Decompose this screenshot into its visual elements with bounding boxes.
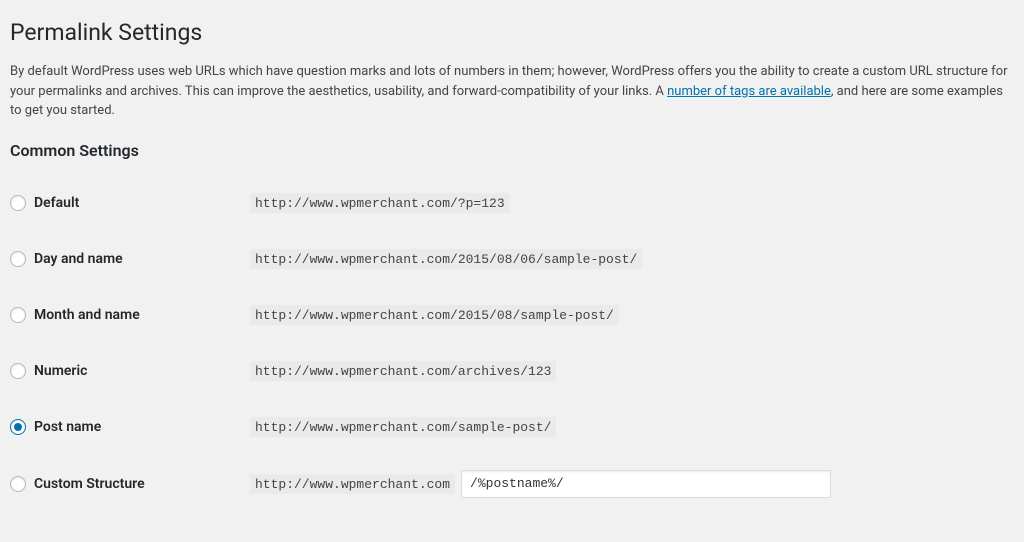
radio-default[interactable] bbox=[10, 195, 26, 211]
page-description: By default WordPress uses web URLs which… bbox=[10, 62, 1010, 121]
url-example-month-name: http://www.wpmerchant.com/2015/08/sample… bbox=[250, 305, 619, 325]
custom-structure-wrap: http://www.wpmerchant.com bbox=[250, 470, 1004, 498]
custom-structure-input[interactable] bbox=[461, 470, 831, 498]
option-label: Custom Structure bbox=[34, 476, 145, 492]
page-title: Permalink Settings bbox=[10, 10, 1014, 50]
option-row-default: Default http://www.wpmerchant.com/?p=123 bbox=[10, 175, 1014, 231]
url-example-day-name: http://www.wpmerchant.com/2015/08/06/sam… bbox=[250, 249, 642, 269]
option-label: Default bbox=[34, 195, 79, 211]
option-label: Numeric bbox=[34, 363, 87, 379]
option-row-month-name: Month and name http://www.wpmerchant.com… bbox=[10, 287, 1014, 343]
option-label: Day and name bbox=[34, 251, 123, 267]
radio-numeric[interactable] bbox=[10, 363, 26, 379]
option-row-custom: Custom Structure http://www.wpmerchant.c… bbox=[10, 455, 1014, 513]
option-row-post-name: Post name http://www.wpmerchant.com/samp… bbox=[10, 399, 1014, 455]
radio-label-custom[interactable]: Custom Structure bbox=[10, 476, 230, 492]
radio-month-name[interactable] bbox=[10, 307, 26, 323]
radio-label-numeric[interactable]: Numeric bbox=[10, 363, 230, 379]
common-settings-heading: Common Settings bbox=[10, 141, 1014, 160]
radio-post-name[interactable] bbox=[10, 419, 26, 435]
url-example-numeric: http://www.wpmerchant.com/archives/123 bbox=[250, 361, 556, 381]
radio-label-default[interactable]: Default bbox=[10, 195, 230, 211]
option-row-numeric: Numeric http://www.wpmerchant.com/archiv… bbox=[10, 343, 1014, 399]
radio-label-day-name[interactable]: Day and name bbox=[10, 251, 230, 267]
tags-available-link[interactable]: number of tags are available bbox=[667, 84, 831, 99]
option-label: Month and name bbox=[34, 307, 140, 323]
url-example-default: http://www.wpmerchant.com/?p=123 bbox=[250, 193, 510, 213]
radio-day-name[interactable] bbox=[10, 251, 26, 267]
radio-label-post-name[interactable]: Post name bbox=[10, 419, 230, 435]
option-label: Post name bbox=[34, 419, 101, 435]
url-example-post-name: http://www.wpmerchant.com/sample-post/ bbox=[250, 417, 556, 437]
permalink-options-table: Default http://www.wpmerchant.com/?p=123… bbox=[10, 175, 1014, 513]
custom-url-prefix: http://www.wpmerchant.com bbox=[250, 474, 455, 494]
radio-custom[interactable] bbox=[10, 476, 26, 492]
radio-label-month-name[interactable]: Month and name bbox=[10, 307, 230, 323]
option-row-day-name: Day and name http://www.wpmerchant.com/2… bbox=[10, 231, 1014, 287]
